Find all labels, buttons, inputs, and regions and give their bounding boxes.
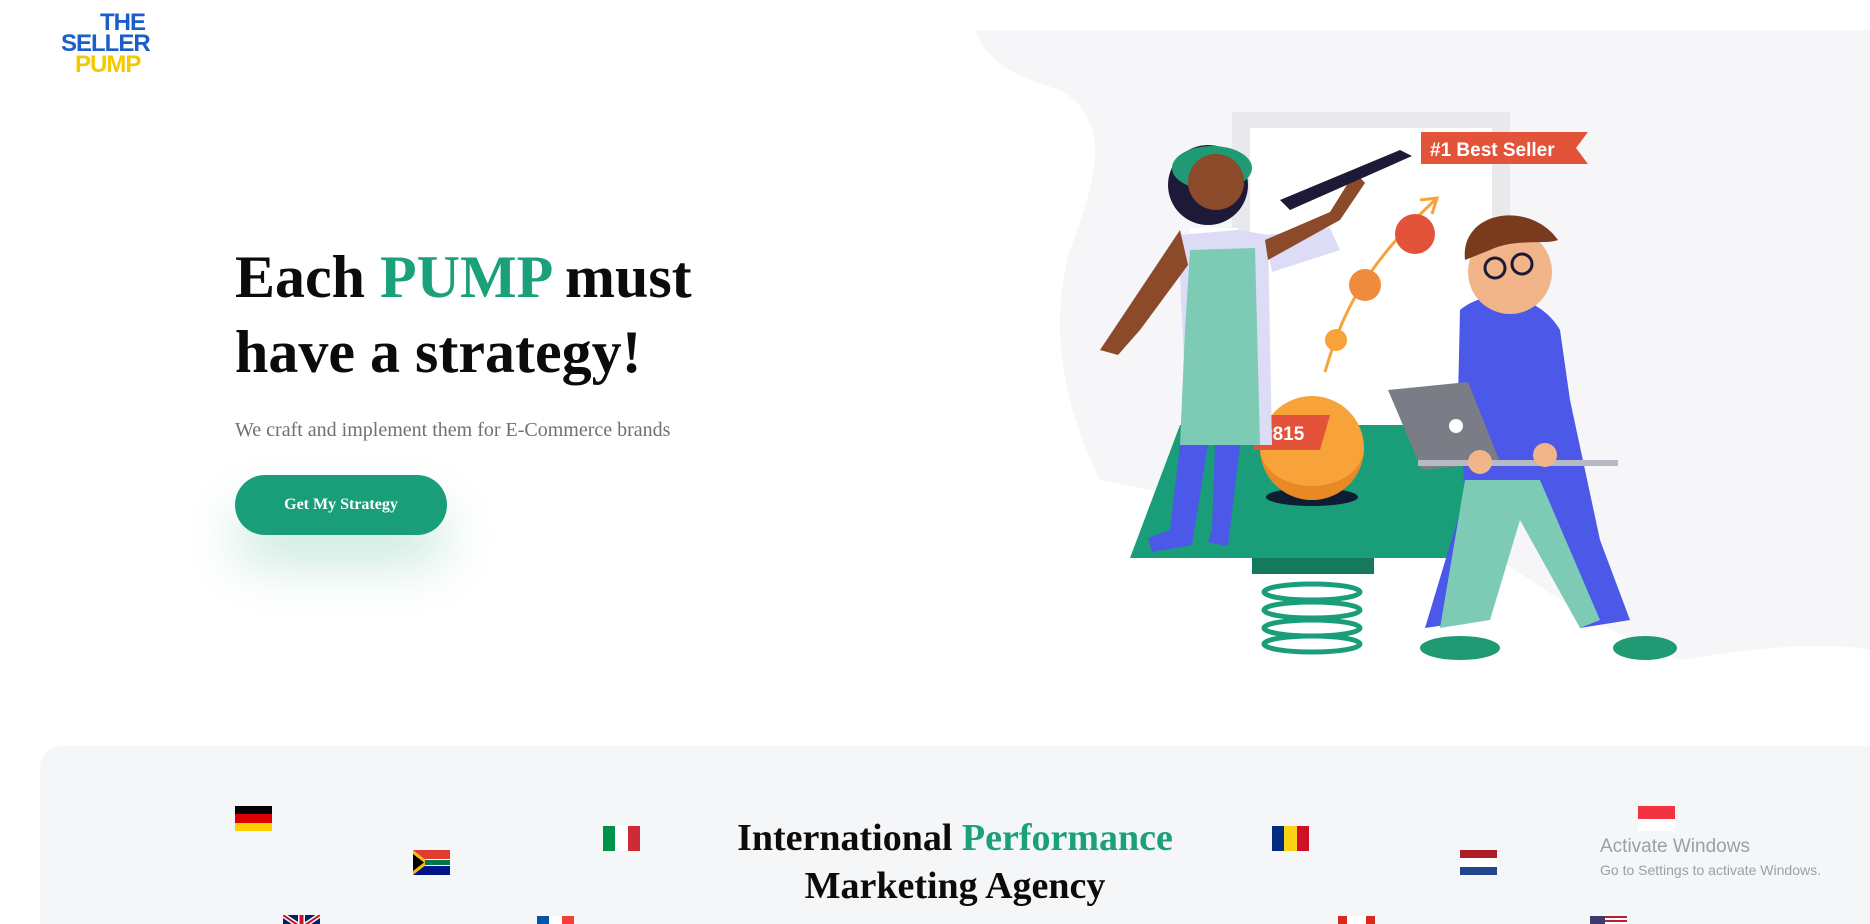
flag-netherlands-icon: [1460, 850, 1497, 875]
agency-title-part1: International: [737, 817, 962, 859]
flag-singapore-icon: [1638, 806, 1675, 831]
hero-title-accent: PUMP: [380, 244, 550, 310]
flag-italy-icon: [603, 826, 640, 851]
agency-title-part2: Marketing Agency: [804, 865, 1106, 907]
agency-title: International Performance Marketing Agenc…: [700, 814, 1210, 910]
logo-line-3: PUMP: [75, 51, 141, 78]
hero-title-part1: Each: [235, 244, 381, 310]
watermark-line-1: Activate Windows: [1600, 836, 1750, 857]
flag-germany-icon: [235, 806, 272, 831]
logo[interactable]: THE SELLER PUMP: [58, 11, 154, 80]
flag-south-africa-icon: [413, 850, 450, 875]
flag-uk-icon: [283, 915, 320, 924]
watermark-line-2: Go to Settings to activate Windows.: [1600, 862, 1821, 878]
hero-title: Each PUMP must have a strategy!: [235, 240, 795, 390]
flag-romania-icon: [1272, 826, 1309, 851]
flag-canada-icon: [1338, 916, 1375, 924]
flag-france-icon: [537, 916, 574, 924]
hero-illustration: #1 Best Seller #815: [1100, 112, 1677, 660]
activate-windows-watermark: Activate Windows Go to Settings to activ…: [1600, 836, 1821, 878]
hero-subtitle: We craft and implement them for E-Commer…: [235, 419, 671, 441]
agency-title-accent: Performance: [961, 817, 1173, 859]
get-strategy-button[interactable]: Get My Strategy: [235, 475, 447, 535]
flag-usa-icon: [1590, 916, 1627, 924]
badge-best-seller: #1 Best Seller: [1430, 140, 1555, 161]
